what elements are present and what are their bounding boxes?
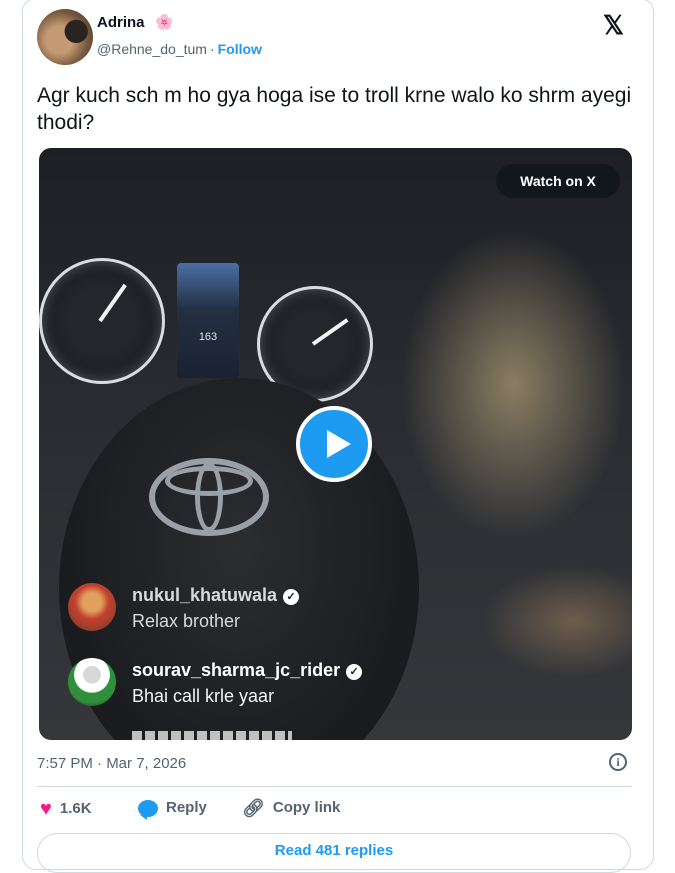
reply-label: Reply [166,799,207,816]
author-handle-line: @Rehne_do_tum · Follow [97,41,262,57]
like-button[interactable]: ♥ 1.6K [40,799,92,819]
x-logo-icon[interactable]: 𝕏 [603,10,624,40]
toyota-logo-ellipse-vertical [195,462,223,532]
tweet-timestamp[interactable]: 7:57 PM · Mar 7, 2026 [37,755,186,772]
link-icon: 🔗︎ [242,798,265,819]
tachometer-gauge [39,258,165,384]
dashboard-display: 163 [177,263,239,378]
tweet-text: Agr kuch sch m ho gya hoga ise to troll … [37,84,632,134]
comment-username: sourav_sharma_jc_rider ✓ [132,660,363,681]
copy-link-button[interactable]: 🔗︎ Copy link [242,799,340,817]
flower-emoji-icon: 🌸 [155,14,174,31]
speed-readout: 163 [198,331,218,343]
info-icon[interactable]: i [609,753,627,771]
reply-icon [138,799,158,820]
like-count: 1.6K [59,799,92,817]
toyota-logo [149,458,269,536]
author-display-name[interactable]: Adrina [97,14,145,31]
watch-on-x-button[interactable]: Watch on X [496,164,620,198]
copy-link-label: Copy link [272,799,341,816]
author-handle[interactable]: @Rehne_do_tum [97,41,207,57]
divider [37,786,632,787]
heart-icon: ♥ [40,798,52,820]
comment-username-text: nukul_khatuwala [132,585,278,605]
play-button[interactable] [296,406,372,482]
comment-avatar [68,583,116,631]
verified-check-icon: ✓ [283,589,300,605]
comment-username: nukul_khatuwala ✓ [132,585,300,606]
author-avatar[interactable] [37,9,93,65]
speedometer-needle [311,318,349,346]
comment-username-text: sourav_sharma_jc_rider [132,660,341,680]
verified-check-icon: ✓ [346,664,363,680]
comment-text: Bhai call krle yaar [132,686,275,706]
tachometer-needle [98,283,127,323]
separator-dot: · [209,41,215,57]
read-replies-button[interactable]: Read 481 replies [37,833,631,873]
reply-button[interactable]: Reply [138,799,207,820]
comment-avatar [68,658,116,706]
follow-button[interactable]: Follow [218,41,262,57]
cutoff-comment-fragment [132,731,292,740]
play-icon [327,430,351,458]
comment-text: Relax brother [132,611,241,631]
